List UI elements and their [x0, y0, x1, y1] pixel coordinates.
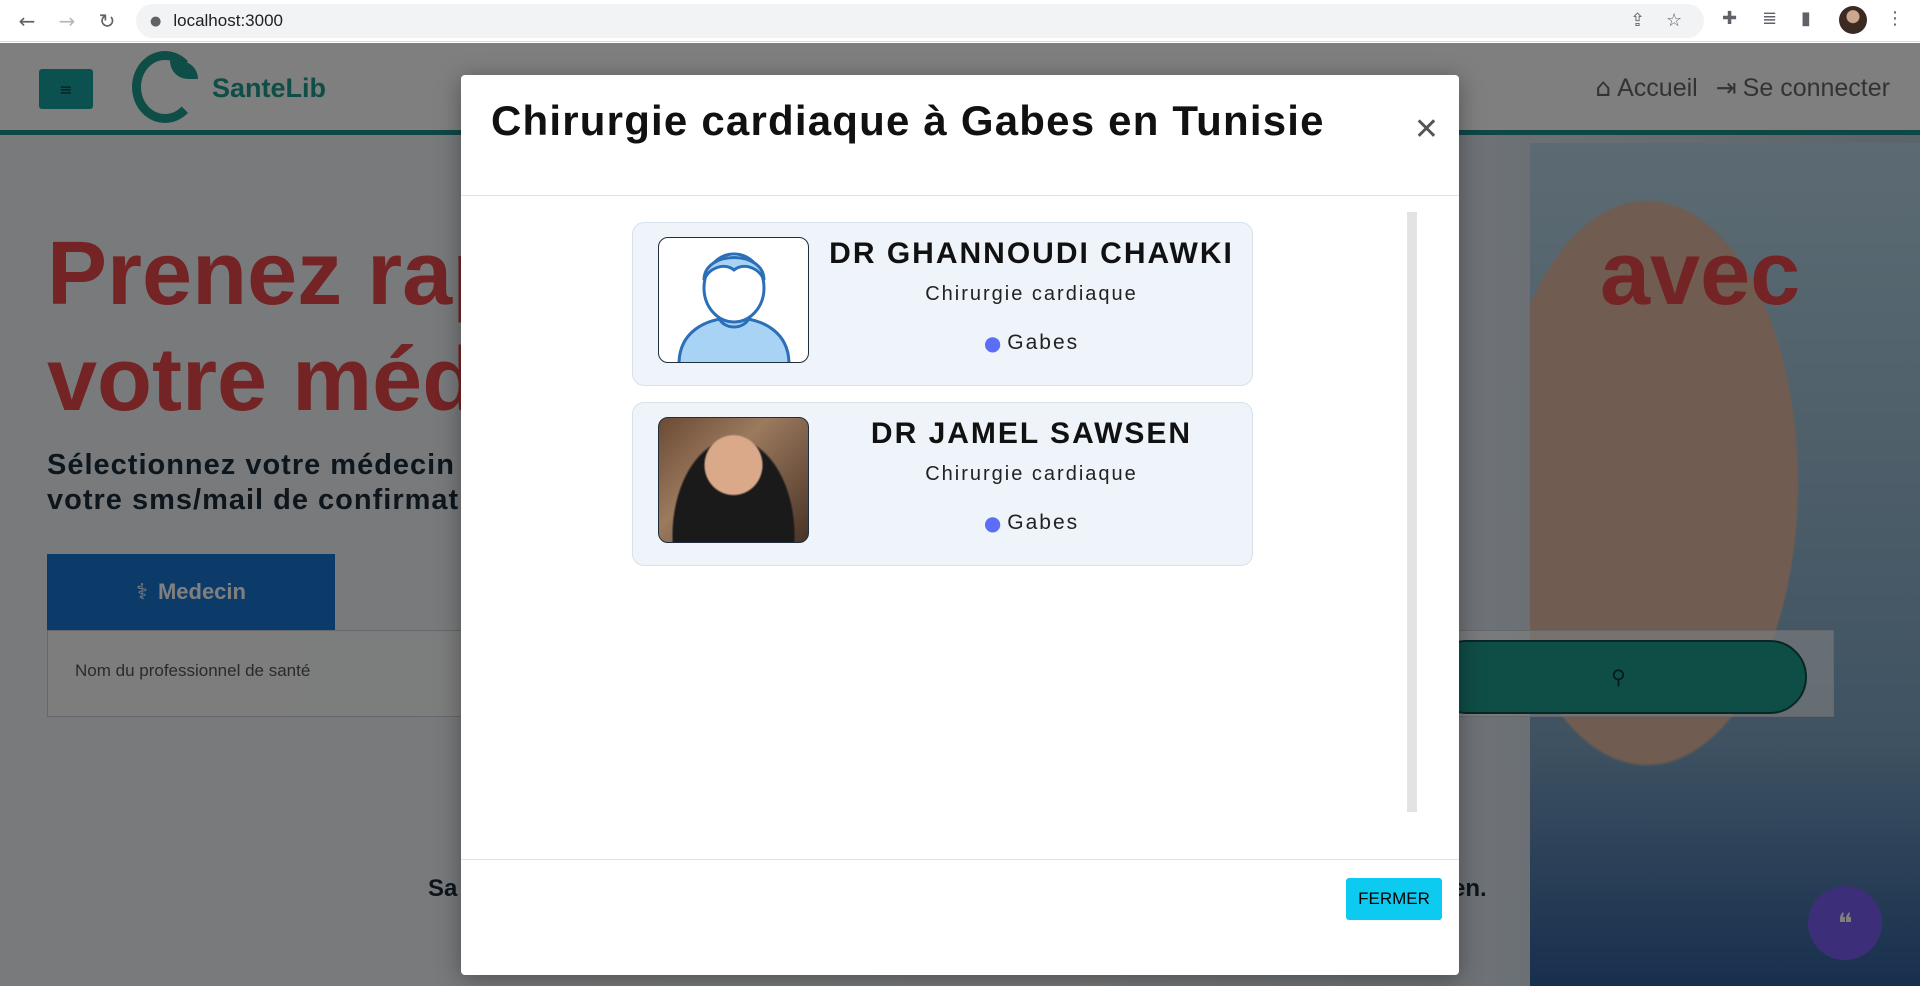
map-pin-icon: ●: [983, 511, 1004, 535]
doctor-name: DR GHANNOUDI CHAWKI: [829, 237, 1234, 270]
bookmark-star-icon[interactable]: ☆: [1666, 10, 1682, 31]
modal-footer: FERMER: [461, 859, 1459, 975]
doctor-location: ● Gabes: [983, 511, 1080, 535]
lock-icon: ●: [150, 13, 162, 29]
close-icon[interactable]: ✕: [1414, 115, 1439, 145]
doctor-specialty: Chirurgie cardiaque: [925, 283, 1138, 305]
doctor-card[interactable]: DR JAMEL SAWSEN Chirurgie cardiaque ● Ga…: [632, 402, 1253, 566]
doctor-location: ● Gabes: [983, 331, 1080, 355]
default-avatar-icon: [658, 237, 809, 363]
reading-list-icon[interactable]: ≣: [1762, 8, 1777, 29]
modal-title: Chirurgie cardiaque à Gabes en Tunisie: [491, 97, 1325, 144]
page: ≡ SanteLib ⌂Accueil ⇥Se connecter Prenez…: [0, 43, 1920, 986]
back-icon[interactable]: ←: [10, 4, 44, 38]
map-pin-icon: ●: [983, 331, 1004, 355]
browser-toolbar: ← → ↻ ● localhost:3000 ⇪ ☆ ✚ ≣ ▮ ⋮: [0, 0, 1920, 42]
more-menu-icon[interactable]: ⋮: [1886, 8, 1904, 29]
doctor-name: DR JAMEL SAWSEN: [870, 417, 1193, 450]
doctor-card[interactable]: DR GHANNOUDI CHAWKI Chirurgie cardiaque …: [632, 222, 1253, 386]
share-icon[interactable]: ⇪: [1630, 10, 1645, 31]
fermer-button[interactable]: FERMER: [1346, 878, 1442, 920]
extensions-icon[interactable]: ✚: [1722, 8, 1737, 29]
modal-body: DR GHANNOUDI CHAWKI Chirurgie cardiaque …: [461, 196, 1459, 859]
modal-header: Chirurgie cardiaque à Gabes en Tunisie ✕: [461, 75, 1459, 196]
side-panel-icon[interactable]: ▮: [1801, 8, 1811, 29]
doctor-specialty: Chirurgie cardiaque: [925, 463, 1138, 485]
profile-avatar[interactable]: [1839, 6, 1867, 34]
doctor-photo: [658, 417, 809, 543]
modal-dialog: Chirurgie cardiaque à Gabes en Tunisie ✕…: [461, 75, 1459, 975]
forward-icon[interactable]: →: [50, 4, 84, 38]
address-bar[interactable]: ● localhost:3000 ⇪ ☆: [136, 4, 1704, 38]
reload-icon[interactable]: ↻: [90, 4, 124, 38]
scrollbar[interactable]: [1407, 212, 1417, 812]
url-text[interactable]: localhost:3000: [173, 11, 283, 31]
